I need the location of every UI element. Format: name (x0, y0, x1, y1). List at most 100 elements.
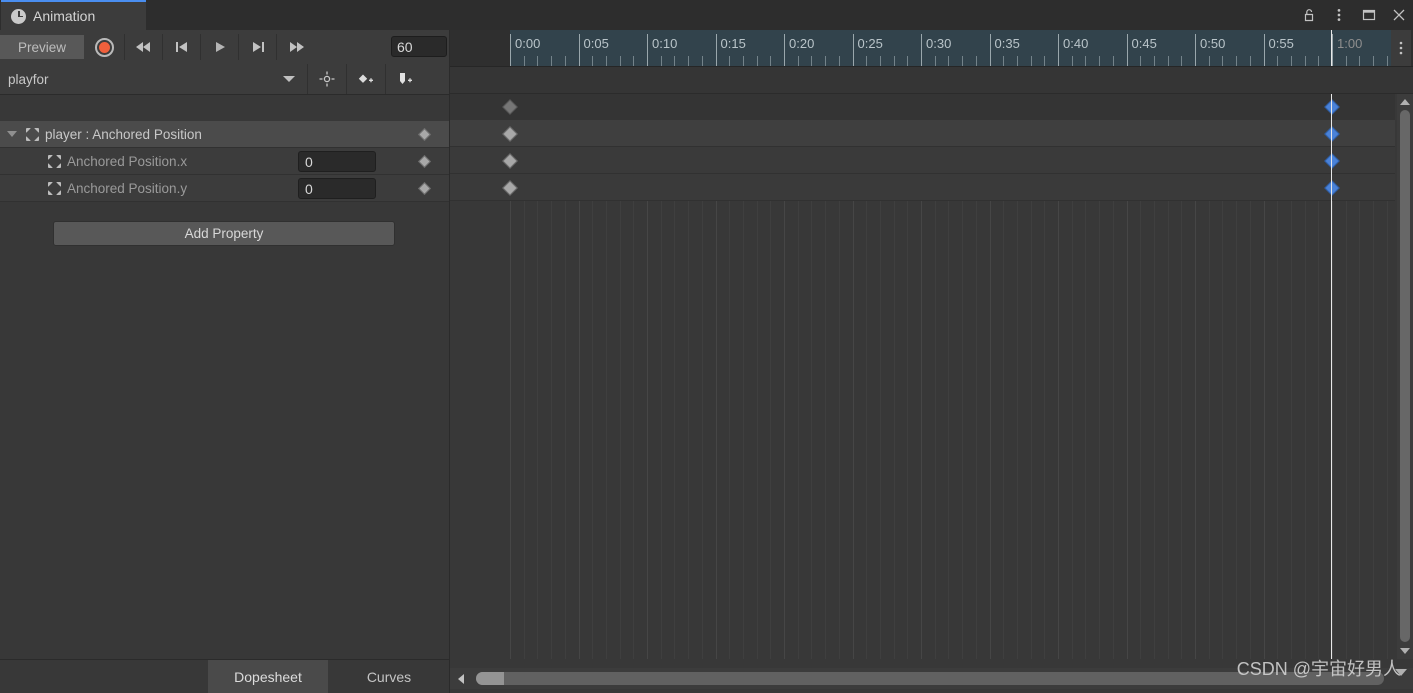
first-frame-button[interactable] (124, 34, 162, 60)
add-property-button[interactable]: Add Property (53, 221, 395, 246)
ruler-tick-minor (1140, 56, 1142, 66)
ruler-tick-minor (975, 56, 977, 66)
foldout-arrow-icon[interactable] (7, 131, 17, 137)
ruler-tick-minor (1112, 56, 1114, 66)
ruler-tick-label: 0:45 (1131, 36, 1157, 51)
ruler-tick-label: 0:40 (1063, 36, 1089, 51)
ruler-tick-minor (1099, 56, 1101, 66)
dopesheet-grid[interactable] (450, 94, 1413, 659)
property-row-x[interactable]: Anchored Position.x 0 (0, 148, 450, 175)
ruler-tick-minor (811, 56, 813, 66)
property-row-y[interactable]: Anchored Position.y 0 (0, 175, 450, 202)
scroll-down-icon[interactable] (1400, 648, 1410, 654)
dopesheet-row-group[interactable] (450, 120, 1395, 147)
ruler-tick-minor (1359, 56, 1361, 66)
keyframe-toggle[interactable] (418, 128, 431, 141)
vertical-scroll-thumb[interactable] (1400, 110, 1410, 642)
add-keyframe-icon (358, 74, 373, 83)
next-frame-button[interactable] (238, 34, 276, 60)
ruler-tick-minor (1044, 56, 1046, 66)
lock-icon[interactable] (1301, 7, 1317, 23)
playback-toolbar: Preview (0, 30, 450, 64)
ruler-tick-minor (797, 56, 799, 66)
timeline-ruler[interactable]: 0:00 0:05 0:10 0:15 0:20 0:25 0:30 0:35 0:40 0:45… (450, 30, 1413, 94)
ruler-tick-major (1195, 34, 1196, 66)
ruler-tick-minor (660, 56, 662, 66)
ruler-tick-minor (907, 56, 909, 66)
target-icon (319, 71, 335, 87)
animation-clip-icon (26, 128, 39, 141)
ruler-tick-minor (564, 56, 566, 66)
dopesheet-row-y[interactable] (450, 174, 1395, 201)
filter-button[interactable] (307, 64, 346, 94)
playhead-line-ruler[interactable] (1331, 30, 1332, 66)
more-options-icon[interactable] (1331, 7, 1347, 23)
property-group-row[interactable]: player : Anchored Position (0, 121, 450, 148)
ruler-tick-label: 0:10 (652, 36, 678, 51)
ruler-tick-major (989, 34, 991, 66)
ruler-tick-major (578, 34, 580, 66)
previous-frame-button[interactable] (162, 34, 200, 60)
ruler-tick-major (715, 34, 717, 66)
ruler-tick-major (510, 34, 511, 66)
animation-clip-icon (48, 155, 61, 168)
current-frame-input[interactable]: 60 (391, 36, 447, 57)
ruler-tick-minor (1016, 56, 1018, 66)
ruler-tick-major (1126, 34, 1128, 66)
dopesheet-row-summary[interactable] (450, 94, 1395, 121)
ruler-tick-minor (523, 56, 525, 66)
ruler-tick-minor (674, 56, 676, 66)
ruler-tick-minor (688, 56, 690, 66)
ruler-tick-major (1332, 34, 1333, 66)
add-event-button[interactable] (385, 64, 424, 94)
ruler-tick-minor (551, 56, 553, 66)
ruler-tick-minor (1249, 56, 1251, 66)
ruler-tick-label: 0:50 (1200, 36, 1226, 51)
add-keyframe-button[interactable] (346, 64, 385, 94)
ruler-tick-minor (866, 56, 868, 66)
property-value-y[interactable]: 0 (298, 178, 376, 199)
ruler-tick-major (784, 34, 785, 66)
animation-window: Animation Preview 60 playfor player: An… (0, 0, 1413, 693)
ruler-tick-label: 0:00 (515, 36, 541, 51)
clock-icon (11, 8, 26, 24)
ruler-tick-major (852, 34, 854, 66)
tab-curves[interactable]: Curves (328, 660, 450, 693)
clip-selector-dropdown[interactable]: playfor (0, 64, 307, 94)
playhead-line[interactable] (1331, 94, 1332, 659)
add-event-icon (400, 73, 412, 84)
scroll-up-icon[interactable] (1400, 99, 1410, 105)
dopesheet-row-x[interactable] (450, 147, 1395, 174)
keyframe-toggle-y[interactable] (418, 182, 431, 195)
play-button[interactable] (200, 34, 238, 60)
close-icon[interactable] (1391, 7, 1407, 23)
ruler-tick-minor (948, 56, 950, 66)
chevron-down-icon (283, 76, 295, 82)
ruler-tick-minor (962, 56, 964, 66)
last-frame-button[interactable] (276, 34, 314, 60)
maximize-icon[interactable] (1361, 7, 1377, 23)
watermark-text: CSDN @宇宙好男人 (1236, 659, 1401, 679)
ruler-tick-minor (770, 56, 772, 66)
scroll-left-icon[interactable] (458, 674, 464, 684)
next-frame-icon (252, 42, 264, 52)
ruler-tick-minor (1085, 56, 1087, 66)
property-label-y: Anchored Position.y (67, 180, 188, 196)
ruler-tick-major (1058, 34, 1059, 66)
animation-clip-icon (48, 182, 61, 195)
ruler-tick-minor (1003, 56, 1005, 66)
tab-animation[interactable]: Animation (1, 0, 146, 30)
tab-dopesheet[interactable]: Dopesheet (208, 660, 328, 693)
timeline-options-icon[interactable] (1391, 30, 1411, 66)
keyframe-toggle-x[interactable] (418, 155, 431, 168)
ruler-tick-major (1263, 34, 1265, 66)
property-value-x[interactable]: 0 (298, 151, 376, 172)
vertical-scrollbar[interactable] (1397, 94, 1413, 659)
horizontal-scroll-thumb-cap[interactable] (476, 672, 504, 685)
record-button[interactable] (84, 34, 124, 60)
ruler-tick-minor (756, 56, 758, 66)
view-mode-tabs: Dopesheet Curves (0, 659, 450, 693)
ruler-tick-minor (1373, 56, 1375, 66)
preview-button[interactable]: Preview (0, 35, 84, 59)
skip-to-start-icon (135, 42, 150, 52)
